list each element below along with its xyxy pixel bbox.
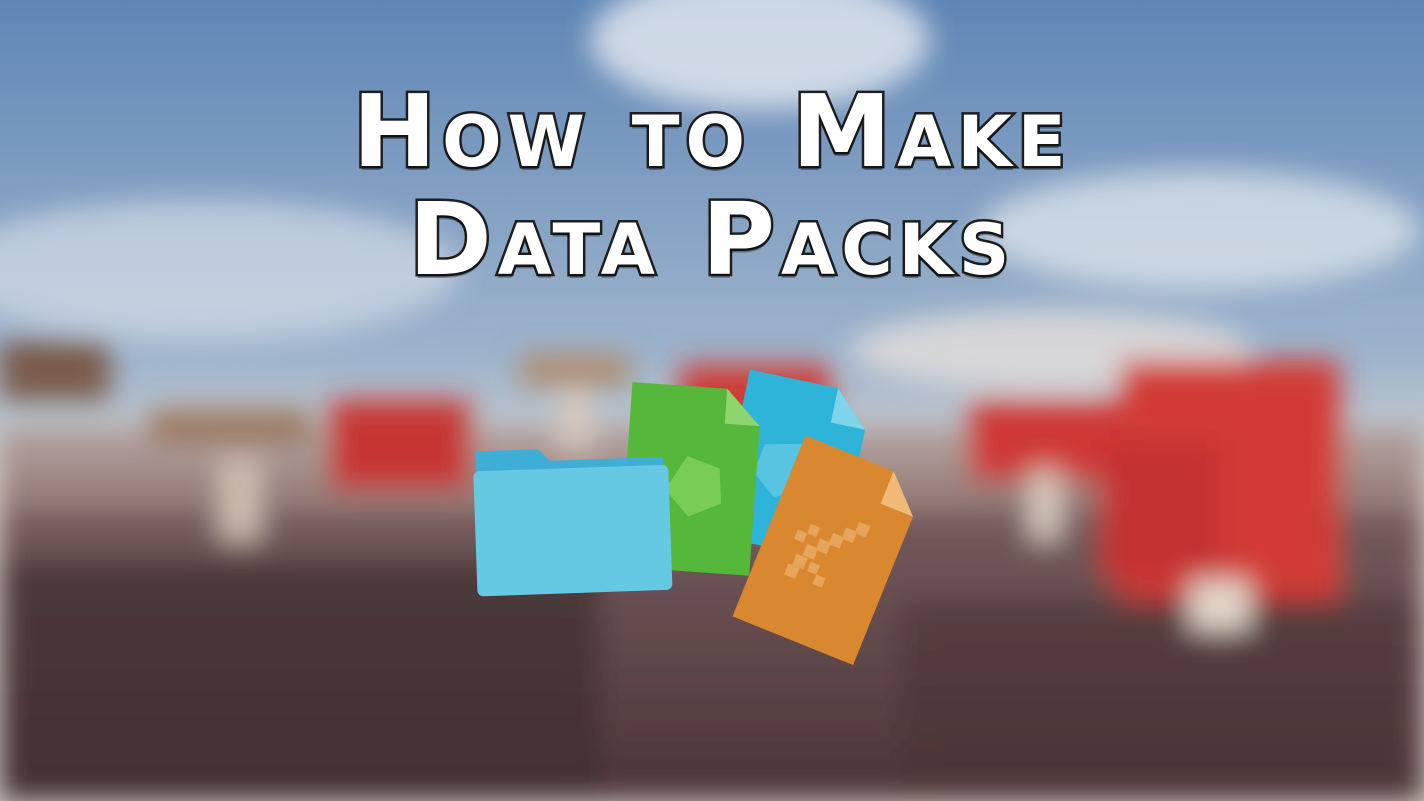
thumbnail: How to Make Data Packs xyxy=(0,0,1424,801)
page-title: How to Make Data Packs xyxy=(0,73,1424,298)
folder-icon xyxy=(473,449,673,597)
data-pack-icons xyxy=(460,360,920,680)
title-line-1: How to Make xyxy=(350,73,1072,190)
title-line-2: Data Packs xyxy=(406,181,1016,298)
